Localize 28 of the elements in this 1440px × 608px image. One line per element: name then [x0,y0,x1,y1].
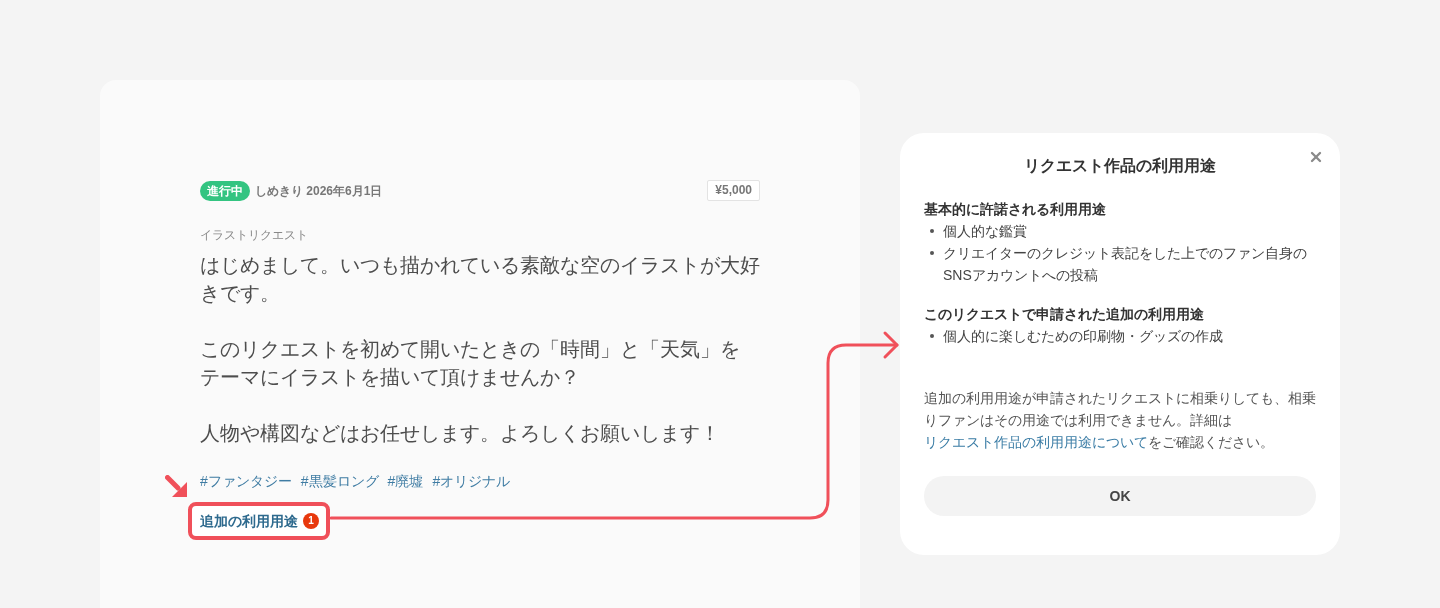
request-paragraph: このリクエストを初めて開いたときの「時間」と「天気」をテーマにイラストを描いて頂けませんか？ [200,337,741,390]
usage-item: 個人的な鑑賞 [943,222,1027,241]
deadline-text: しめきり 2026年6月1日 [255,182,383,200]
price-tag: ¥5,000 [707,180,760,201]
section-heading: このリクエストで申請された追加の利用用途 [924,305,1204,324]
request-paragraph: 人物や構図などはお任せします。よろしくお願いします！ [200,421,721,446]
section-heading: 基本的に許諾される利用用途 [924,200,1106,219]
modal-title: リクエスト作品の利用用途 [1023,156,1217,176]
usage-item: クリエイターのクレジット表記をした上でのファン自身のSNSアカウントへの投稿 [943,244,1308,285]
request-paragraph: はじめまして。いつも描かれている素敵な空のイラストが大好きです。 [200,253,761,306]
tag-link[interactable]: #ファンタジー [200,471,292,491]
arrow-icon [165,475,187,497]
close-icon [1308,149,1324,165]
tag-link[interactable]: #廃墟 [387,471,424,491]
count-badge: 1 [303,513,319,529]
close-button[interactable] [1308,149,1324,165]
bullet-icon [930,229,934,233]
bullet-icon [930,251,934,255]
bullet-icon [930,334,934,338]
tag-link[interactable]: #オリジナル [432,471,511,491]
category-label: イラストリクエスト [200,227,308,244]
notice-text: 追加の利用用途が申請されたリクエストに相乗りしても、相乗りファンはその用途では利用できません。詳細は リクエスト作品の利用用途について をご確認ください。 [924,389,1317,452]
status-badge: 進行中 [200,180,250,201]
usage-link[interactable]: 追加の利用用途 1 [200,511,319,531]
usage-info-link[interactable]: リクエスト作品の利用用途について [924,434,1148,450]
ok-button[interactable]: OK [924,476,1316,516]
usage-item: 個人的に楽しむための印刷物・グッズの作成 [943,327,1223,346]
tag-link[interactable]: #黒髪ロング [300,471,379,491]
